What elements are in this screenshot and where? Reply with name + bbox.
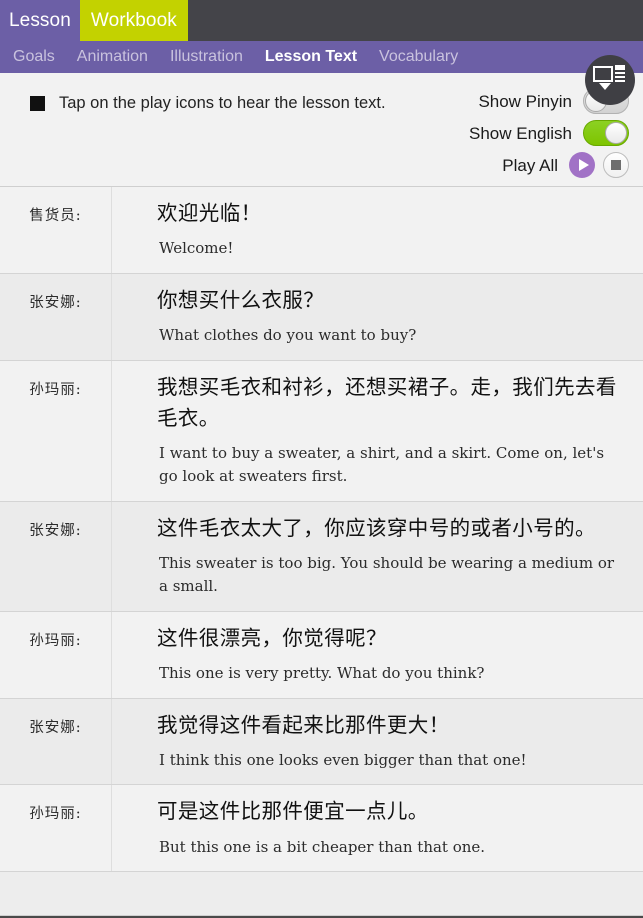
top-tab-workbook-label: Workbook <box>90 10 177 31</box>
hint-banner: Tap on the play icons to hear the lesson… <box>30 95 386 112</box>
text-cell: 可是这件比那件便宜一点儿。 But this one is a bit chea… <box>112 785 643 871</box>
speaker-name: 售货员: <box>29 208 82 224</box>
english-line: This sweater is too big. You should be w… <box>159 553 615 595</box>
speaker-cell: 孙玛丽: <box>0 360 112 501</box>
stop-icon[interactable] <box>603 152 629 178</box>
speaker-cell: 孙玛丽: <box>0 785 112 872</box>
lesson-text-list: 售货员: 欢迎光临！ Welcome! 张安娜: 你想买什么衣服？ What c… <box>0 187 643 918</box>
table-row[interactable]: 张安娜: 我觉得这件看起来比那件更大！ I think this one loo… <box>0 698 643 786</box>
chinese-line[interactable]: 欢迎光临！ <box>157 198 617 229</box>
speaker-cell: 张安娜: <box>0 273 112 360</box>
chevron-down-icon <box>599 82 611 90</box>
text-cell: 我想买毛衣和衬衫，还想买裙子。走，我们先去看毛衣。 I want to buy … <box>112 361 643 501</box>
show-english-row: Show English <box>469 118 629 148</box>
text-cell: 你想买什么衣服？ What clothes do you want to buy… <box>112 274 643 360</box>
english-line: I want to buy a sweater, a shirt, and a … <box>159 444 605 486</box>
chinese-line[interactable]: 你想买什么衣服？ <box>157 285 617 316</box>
toggle-knob <box>605 122 627 144</box>
english-line: This one is very pretty. What do you thi… <box>159 663 485 682</box>
text-cell: 欢迎光临！ Welcome! <box>112 187 643 273</box>
table-row[interactable]: 孙玛丽: 这件很漂亮，你觉得呢？ This one is very pretty… <box>0 611 643 699</box>
speaker-name: 张安娜: <box>29 522 82 539</box>
text-cell: 这件毛衣太大了，你应该穿中号的或者小号的。 This sweater is to… <box>112 502 643 611</box>
chinese-line[interactable]: 我觉得这件看起来比那件更大！ <box>157 710 617 741</box>
screen-layout-button[interactable] <box>585 55 635 105</box>
table-row[interactable]: 张安娜: 你想买什么衣服？ What clothes do you want t… <box>0 273 643 361</box>
top-tab-lesson[interactable]: Lesson <box>0 0 80 41</box>
chinese-line[interactable]: 这件毛衣太大了，你应该穿中号的或者小号的。 <box>157 513 617 544</box>
nav-item-vocabulary[interactable]: Vocabulary <box>379 49 458 65</box>
chinese-line[interactable]: 我想买毛衣和衬衫，还想买裙子。走，我们先去看毛衣。 <box>157 372 617 434</box>
english-line: Welcome! <box>159 239 234 258</box>
table-row[interactable]: 张安娜: 这件毛衣太大了，你应该穿中号的或者小号的。 This sweater … <box>0 501 643 612</box>
english-line: But this one is a bit cheaper than that … <box>159 837 486 856</box>
show-english-label: Show English <box>468 123 572 143</box>
play-all-row: Play All <box>502 150 629 180</box>
play-icon[interactable] <box>569 152 595 178</box>
screen-layout-icon <box>593 64 627 94</box>
top-tab-lesson-label: Lesson <box>9 10 71 31</box>
nav-item-lesson-text[interactable]: Lesson Text <box>265 49 357 65</box>
text-cell: 这件很漂亮，你觉得呢？ This one is very pretty. Wha… <box>112 612 643 698</box>
speaker-name: 张安娜: <box>29 294 82 311</box>
section-nav-bar: Goals Animation Illustration Lesson Text… <box>0 41 643 105</box>
speaker-name: 孙玛丽: <box>29 632 82 649</box>
list-bars-icon <box>615 64 625 83</box>
table-row[interactable]: 售货员: 欢迎光临！ Welcome! <box>0 187 643 274</box>
table-row[interactable]: 孙玛丽: 可是这件比那件便宜一点儿。 But this one is a bit… <box>0 785 643 873</box>
nav-item-goals[interactable]: Goals <box>13 49 55 65</box>
speaker-name: 孙玛丽: <box>29 806 82 823</box>
show-english-toggle[interactable] <box>583 120 629 146</box>
show-pinyin-label: Show Pinyin <box>478 91 572 111</box>
screen-rect-icon <box>593 65 613 82</box>
text-cell: 我觉得这件看起来比那件更大！ I think this one looks ev… <box>112 699 643 785</box>
table-row[interactable]: 孙玛丽: 我想买毛衣和衬衫，还想买裙子。走，我们先去看毛衣。 I want to… <box>0 360 643 502</box>
chinese-line[interactable]: 这件很漂亮，你觉得呢？ <box>157 623 617 654</box>
chinese-line[interactable]: 可是这件比那件便宜一点儿。 <box>157 796 617 827</box>
speaker-name: 张安娜: <box>29 719 82 736</box>
speaker-cell: 售货员: <box>0 187 112 273</box>
play-all-label: Play All <box>502 155 558 175</box>
nav-item-animation-label: Animation <box>76 48 148 65</box>
speaker-cell: 张安娜: <box>0 698 112 785</box>
nav-item-animation[interactable]: Animation <box>77 49 148 65</box>
speaker-cell: 张安娜: <box>0 501 112 611</box>
english-line: I think this one looks even bigger than … <box>159 750 527 769</box>
stop-square <box>611 160 621 170</box>
speaker-cell: 孙玛丽: <box>0 611 112 698</box>
nav-item-lesson-text-label: Lesson Text <box>264 48 358 65</box>
nav-item-goals-label: Goals <box>13 48 55 65</box>
play-triangle <box>578 159 589 171</box>
english-line: What clothes do you want to buy? <box>159 326 417 345</box>
bullet-square-icon <box>30 95 45 111</box>
control-panel: Tap on the play icons to hear the lesson… <box>0 73 643 187</box>
nav-item-illustration[interactable]: Illustration <box>170 49 243 65</box>
top-tab-workbook[interactable]: Workbook <box>79 0 188 41</box>
top-bar: Lesson Workbook <box>0 0 643 41</box>
empty-row <box>0 872 643 917</box>
speaker-name: 孙玛丽: <box>29 381 82 398</box>
nav-item-illustration-label: Illustration <box>169 48 243 65</box>
nav-item-vocabulary-label: Vocabulary <box>379 48 459 65</box>
hint-text: Tap on the play icons to hear the lesson… <box>59 94 386 112</box>
